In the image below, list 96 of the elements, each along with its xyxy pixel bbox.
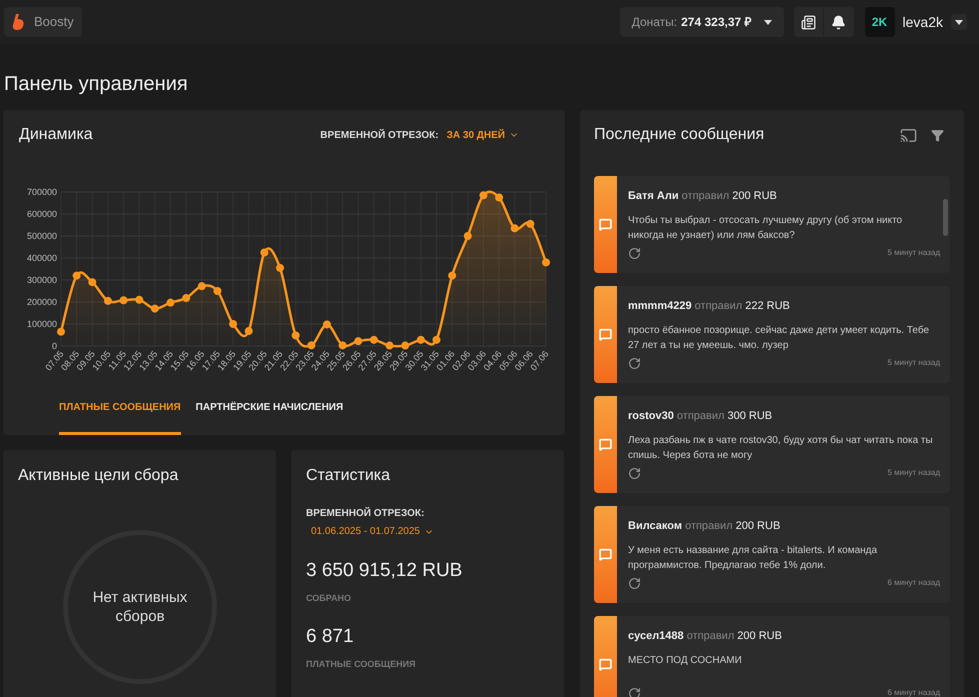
stat-label: СОБРАНО bbox=[306, 592, 352, 604]
message-time: 5 минут назад bbox=[887, 357, 940, 369]
data-point bbox=[432, 336, 440, 344]
caret-icon bbox=[955, 20, 963, 24]
message-header: Вилсаком отправил 200 RUB bbox=[628, 519, 782, 534]
data-point bbox=[150, 304, 159, 313]
page-title: Панель управления bbox=[3, 72, 189, 95]
data-point bbox=[386, 342, 394, 350]
data-point bbox=[479, 191, 488, 200]
y-axis-label: 0 bbox=[52, 341, 57, 351]
message-icon bbox=[599, 548, 612, 561]
y-axis-label: 600000 bbox=[26, 209, 57, 219]
data-point bbox=[448, 272, 456, 280]
caret-icon bbox=[764, 20, 772, 24]
data-point bbox=[198, 282, 206, 290]
data-point bbox=[88, 278, 96, 286]
y-axis-label: 700000 bbox=[26, 187, 57, 197]
tab[interactable]: ПЛАТНЫЕ СООБЩЕНИЯ bbox=[59, 396, 181, 435]
message-text: У меня есть название для сайта - bitalerts. И команда программистов. Предлагаю тебе 1% доли. bbox=[628, 544, 878, 572]
message-icon bbox=[599, 328, 612, 341]
data-point bbox=[260, 248, 268, 256]
card-title: Статистика bbox=[306, 466, 392, 486]
donations-label: Донаты: bbox=[632, 14, 678, 31]
data-point bbox=[213, 287, 222, 295]
card-title: Активные цели сбора bbox=[18, 466, 180, 486]
data-point bbox=[292, 331, 300, 340]
data-point bbox=[182, 294, 190, 302]
cast-icon[interactable] bbox=[900, 126, 917, 144]
period-label: ВРЕМЕННОЙ ОТРЕЗОК: bbox=[320, 128, 439, 142]
data-point bbox=[526, 220, 534, 228]
message-text: Леха разбань пж в чате rostov30, буду хотя бы чат читать пока ты спишь. Через бота не могу bbox=[628, 434, 934, 462]
period-label: ВРЕМЕННОЙ ОТРЕЗОК: bbox=[306, 506, 426, 521]
data-point bbox=[104, 296, 112, 305]
data-point bbox=[135, 296, 144, 304]
card-title: Последние сообщения bbox=[594, 125, 764, 145]
data-point bbox=[307, 341, 316, 350]
y-axis-label: 500000 bbox=[26, 231, 57, 241]
message-text: Чтобы ты выбрал - отсосать лучшему другу (об этом никто никогда не узнает) или лям баксов? bbox=[628, 214, 904, 242]
message-icon bbox=[599, 438, 612, 451]
message-time: 6 минут назад bbox=[887, 687, 940, 697]
message-time: 5 минут назад bbox=[887, 467, 940, 479]
brand-button[interactable]: Boosty bbox=[4, 7, 82, 37]
empty-goals-text: Нет активных сборов bbox=[92, 588, 188, 626]
data-point bbox=[416, 336, 425, 344]
replay-icon[interactable] bbox=[628, 246, 641, 260]
data-point bbox=[166, 298, 175, 307]
data-point bbox=[276, 264, 284, 272]
filter-icon[interactable] bbox=[931, 128, 944, 142]
scrollbar-thumb[interactable] bbox=[943, 199, 948, 236]
y-axis-label: 400000 bbox=[26, 253, 57, 263]
stat-value: 3 650 915,12 RUB bbox=[306, 559, 464, 583]
data-point bbox=[72, 272, 81, 280]
data-point bbox=[120, 296, 128, 304]
newspaper-icon bbox=[800, 14, 816, 30]
data-point bbox=[370, 336, 378, 344]
tab[interactable]: ПАРТНЁРСКИЕ НАЧИСЛЕНИЯ bbox=[196, 396, 344, 435]
y-axis-label: 300000 bbox=[26, 275, 57, 285]
replay-icon[interactable] bbox=[628, 356, 641, 370]
logo-icon bbox=[12, 14, 26, 30]
message-icon bbox=[599, 218, 612, 231]
user-menu-button[interactable] bbox=[951, 14, 967, 30]
message-text: просто ёбанное позорище. сейчас даже дети умеет кодить. Тебе 27 лет а ты не умеешь. чмо. лузер bbox=[628, 324, 930, 352]
message-icon bbox=[599, 658, 612, 671]
message-time: 6 минут назад bbox=[887, 577, 940, 589]
data-point bbox=[57, 328, 65, 336]
avatar[interactable]: 2K bbox=[864, 7, 895, 37]
data-point bbox=[495, 194, 504, 202]
message-header: mmmm4229 отправил 222 RUB bbox=[628, 299, 791, 314]
replay-icon[interactable] bbox=[628, 576, 641, 590]
message-header: сусел1488 отправил 200 RUB bbox=[628, 629, 783, 644]
message-header: rostov30 отправил 300 RUB bbox=[628, 409, 774, 424]
data-point bbox=[542, 258, 550, 266]
data-point bbox=[354, 337, 362, 346]
username: leva2k bbox=[902, 12, 943, 32]
donations-value: 274 323,37 ₽ bbox=[681, 14, 752, 31]
data-point bbox=[322, 320, 331, 328]
y-axis-label: 200000 bbox=[26, 297, 57, 307]
replay-icon[interactable] bbox=[628, 466, 641, 480]
stat-label: ПЛАТНЫЕ СООБЩЕНИЯ bbox=[306, 658, 417, 671]
y-axis-label: 100000 bbox=[26, 319, 57, 329]
message-header: Батя Али отправил 200 RUB bbox=[628, 189, 778, 204]
period-dropdown[interactable]: 01.06.2025 - 01.07.2025 bbox=[311, 524, 434, 539]
bell-icon bbox=[831, 14, 846, 30]
message-time: 5 минут назад bbox=[887, 247, 940, 259]
donations-button[interactable]: Донаты: 274 323,37 ₽ bbox=[620, 7, 784, 37]
card-title: Динамика bbox=[19, 125, 93, 145]
stat-value: 6 871 bbox=[306, 625, 355, 649]
data-point bbox=[244, 327, 253, 336]
data-point bbox=[464, 232, 472, 240]
replay-icon[interactable] bbox=[628, 686, 641, 697]
data-point bbox=[401, 342, 410, 350]
data-point bbox=[229, 320, 238, 328]
message-text: МЕСТО ПОД СОСНАМИ bbox=[628, 654, 743, 668]
period-dropdown[interactable]: ЗА 30 ДНЕЙ bbox=[446, 128, 519, 142]
data-point bbox=[510, 224, 519, 232]
data-point bbox=[338, 341, 347, 350]
